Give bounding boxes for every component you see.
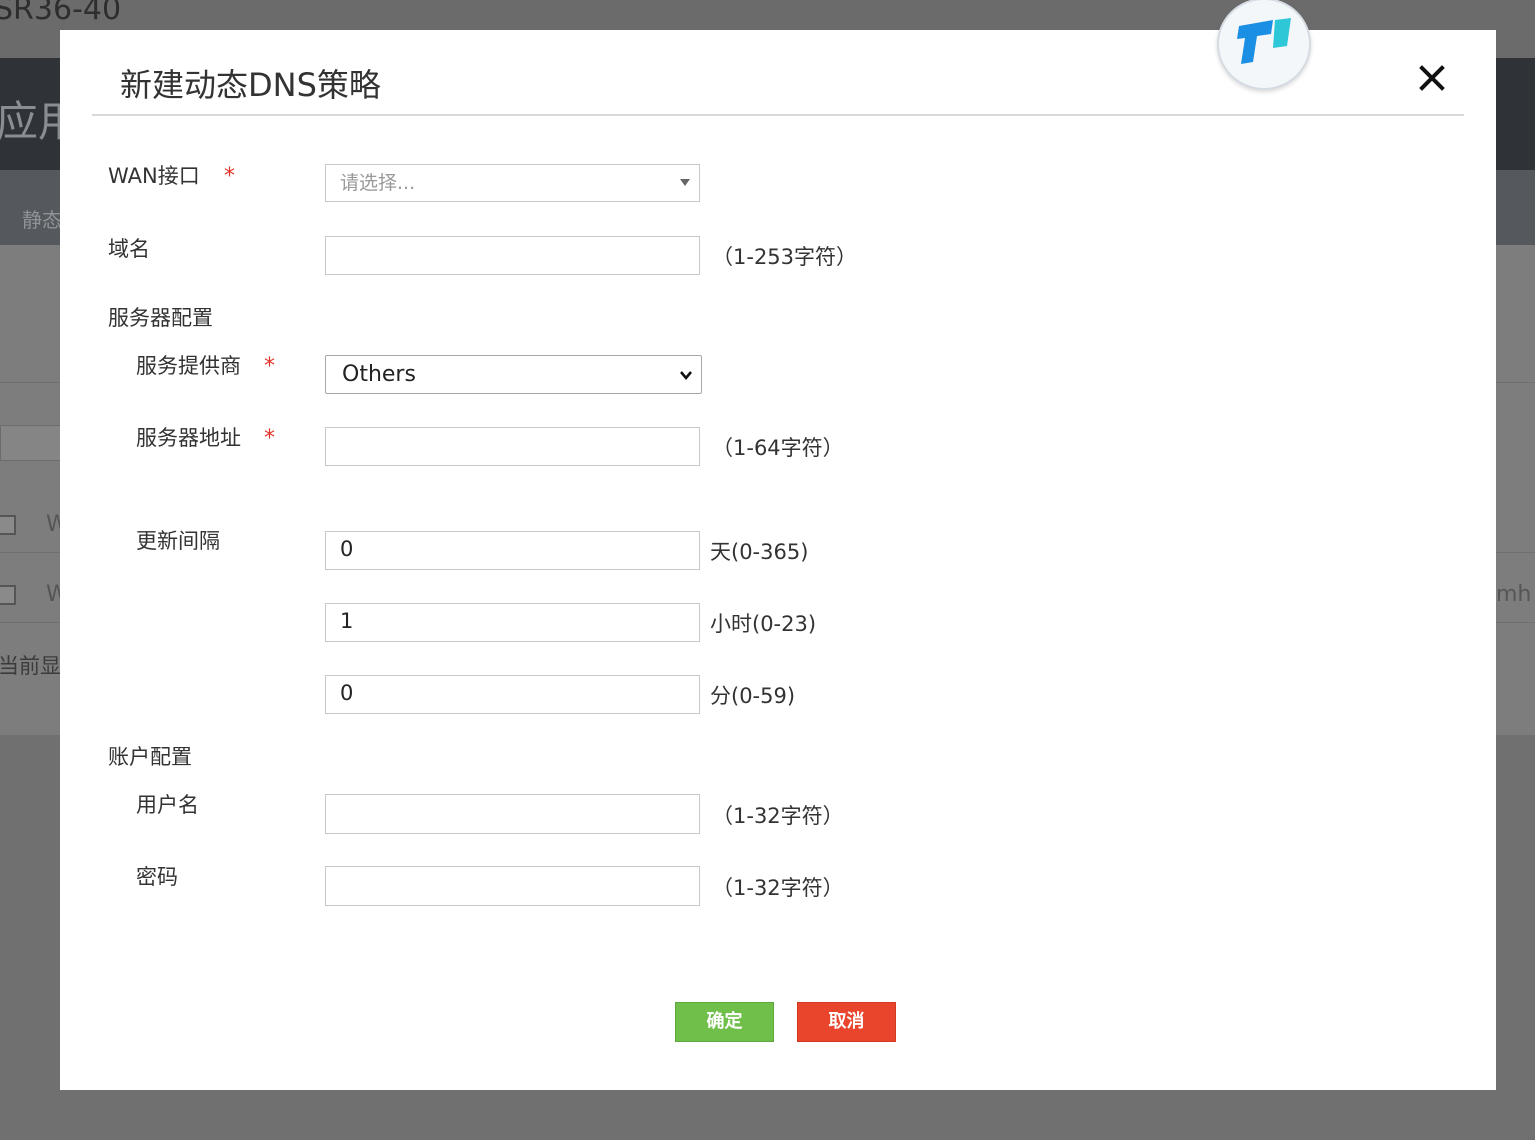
required-mark: * <box>264 354 275 379</box>
dialog-title: 新建动态DNS策略 <box>120 66 381 104</box>
server-address-hint: （1-64字符） <box>712 436 844 460</box>
close-icon[interactable] <box>1412 58 1452 98</box>
server-section-heading: 服务器配置 <box>108 306 213 330</box>
password-hint: （1-32字符） <box>712 876 844 900</box>
required-mark: * <box>224 164 235 189</box>
account-section-heading: 账户配置 <box>108 745 192 769</box>
provider-label: 服务提供商 <box>136 354 241 378</box>
app-logo-icon <box>1217 0 1311 90</box>
chevron-down-icon <box>680 371 692 381</box>
caret-down-icon <box>680 179 690 186</box>
bg-tab: 静态 <box>22 208 62 232</box>
cancel-button[interactable]: 取消 <box>797 1002 896 1042</box>
interval-days-input[interactable]: 0 <box>325 531 700 570</box>
interval-hours-input[interactable]: 1 <box>325 603 700 642</box>
domain-hint: （1-253字符） <box>712 245 858 269</box>
interval-minutes-hint: 分(0-59) <box>710 684 796 708</box>
bg-current-page-text: 当前显 <box>0 654 61 678</box>
username-label: 用户名 <box>136 793 199 817</box>
username-hint: （1-32字符） <box>712 804 844 828</box>
provider-select-value: Others <box>342 362 416 387</box>
server-address-label: 服务器地址 <box>136 426 241 450</box>
bg-row-checkbox <box>0 515 16 535</box>
wan-select[interactable]: 请选择... <box>325 164 700 202</box>
bg-row-text-right: mh <box>1496 582 1532 607</box>
wan-select-placeholder: 请选择... <box>340 172 416 194</box>
server-address-input[interactable] <box>325 427 700 466</box>
username-input[interactable] <box>325 794 700 834</box>
domain-input[interactable] <box>325 236 700 275</box>
dns-policy-dialog: 新建动态DNS策略 WAN接口 * 请选择... 域名 （1-253字符） 服务… <box>60 0 1496 1090</box>
interval-label: 更新间隔 <box>136 529 220 553</box>
bg-device-name: SR36-40 <box>0 0 122 27</box>
interval-minutes-input[interactable]: 0 <box>325 675 700 714</box>
header-divider <box>92 114 1464 116</box>
interval-hours-hint: 小时(0-23) <box>710 612 817 636</box>
interval-days-hint: 天(0-365) <box>710 540 809 564</box>
confirm-button[interactable]: 确定 <box>675 1002 774 1042</box>
domain-label: 域名 <box>108 237 150 261</box>
password-input[interactable] <box>325 866 700 906</box>
bg-row-checkbox <box>0 585 16 605</box>
provider-select[interactable]: Others <box>325 355 702 394</box>
required-mark: * <box>264 426 275 451</box>
wan-label: WAN接口 <box>108 164 200 188</box>
password-label: 密码 <box>136 865 178 889</box>
